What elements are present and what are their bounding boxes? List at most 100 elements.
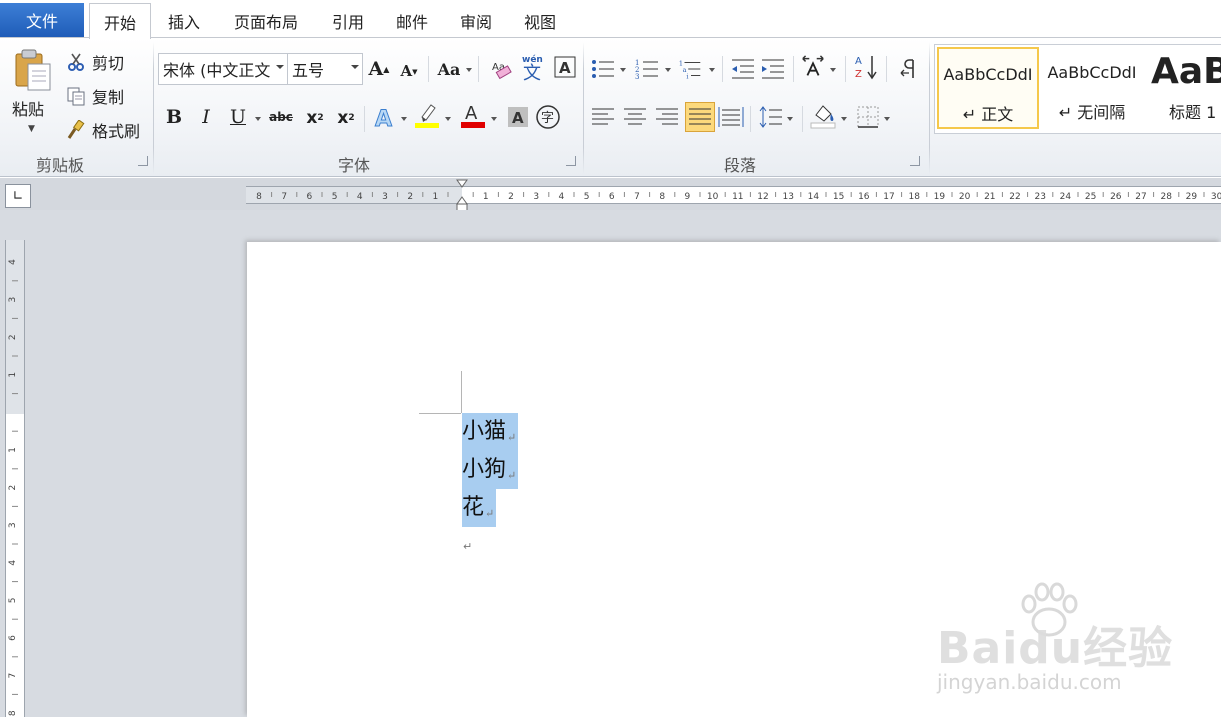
tab-mailings[interactable]: 邮件 [386, 3, 438, 38]
style-heading-1[interactable]: AaB 标题 1 [1145, 47, 1221, 129]
tab-stop-selector[interactable]: ∟ [5, 184, 31, 208]
align-center-icon[interactable] [622, 104, 648, 130]
ruler-tick-label: 20 [959, 192, 971, 202]
font-name-value: 宋体 (中文正文 [163, 61, 271, 80]
tab-insert[interactable]: 插入 [156, 3, 212, 38]
svg-text:A: A [512, 109, 524, 127]
bullets-icon[interactable] [590, 56, 616, 82]
clear-formatting-icon[interactable]: Aa [488, 56, 514, 82]
vertical-ruler[interactable]: 4 3 2 1 1 2 3 4 5 6 7 8 [5, 240, 25, 717]
italic-icon[interactable]: I [193, 104, 219, 130]
document-line[interactable]: 小猫↵ [462, 413, 519, 451]
increase-indent-icon[interactable] [760, 56, 786, 82]
selected-text: 小狗↵ [462, 451, 519, 489]
indent-marker-icon[interactable] [455, 179, 469, 213]
change-case-icon[interactable]: Aa [436, 56, 462, 82]
chevron-down-icon[interactable] [445, 117, 451, 121]
subscript-icon[interactable]: x2 [302, 105, 328, 131]
multilevel-list-icon[interactable]: 1ai [678, 56, 704, 82]
highlight-icon[interactable] [414, 102, 440, 128]
document-line[interactable]: 小狗↵ [462, 451, 519, 489]
decrease-indent-icon[interactable] [730, 56, 756, 82]
chevron-down-icon[interactable] [491, 117, 497, 121]
copy-button[interactable]: 复制 [66, 84, 124, 108]
toolbar-separator [364, 106, 365, 132]
toolbar-separator [845, 56, 846, 82]
font-size-combo[interactable]: 五号 [287, 53, 363, 85]
strikethrough-icon[interactable]: abc [268, 104, 294, 130]
chevron-down-icon [276, 65, 284, 69]
ruler-ticks: 8 7 6 5 4 3 2 1 1 2 3 4 5 6 7 8 9 10 11 12 13 14 15 16 17 18 19 20 2… [256, 192, 1221, 202]
line-text: 小狗 [462, 457, 507, 482]
chevron-down-icon[interactable] [665, 68, 671, 72]
superscript-icon[interactable]: x2 [333, 105, 359, 131]
chevron-down-icon[interactable] [709, 68, 715, 72]
file-tab[interactable]: 文件 [0, 3, 84, 37]
line-spacing-icon[interactable] [758, 104, 784, 130]
chevron-down-icon[interactable] [620, 68, 626, 72]
character-border-icon[interactable]: A [552, 54, 578, 80]
text-effects-icon[interactable]: A [372, 104, 398, 131]
enclose-characters-icon[interactable]: 字 [535, 104, 561, 130]
chinese-layout-icon[interactable] [800, 54, 826, 80]
ruler-tick-label: 10 [707, 192, 719, 202]
paragraph-launcher-icon[interactable] [910, 156, 920, 166]
character-shading-icon[interactable]: A [505, 104, 531, 130]
ruler-tick-label: 5 [8, 598, 18, 604]
shading-icon[interactable] [810, 102, 836, 129]
paste-button[interactable]: 粘贴 [12, 96, 44, 120]
grow-font-icon[interactable]: A ▲ [366, 56, 392, 82]
style-no-spacing[interactable]: AaBbCcDdI ↵ 无间隔 [1041, 47, 1143, 129]
tab-page-layout[interactable]: 页面布局 [222, 3, 310, 38]
font-launcher-icon[interactable] [566, 156, 576, 166]
sort-icon[interactable]: AZ [853, 54, 879, 80]
tab-home[interactable]: 开始 [89, 3, 151, 39]
tab-review[interactable]: 审阅 [450, 3, 502, 38]
ruler-tick-label: 6 [609, 192, 615, 202]
svg-text:A: A [465, 103, 478, 124]
bold-icon[interactable]: B [161, 104, 187, 130]
show-formatting-marks-icon[interactable] [896, 56, 922, 82]
document-line[interactable]: 花↵ [462, 489, 497, 527]
tab-view[interactable]: 视图 [514, 3, 566, 38]
ruler-tick-label: 18 [908, 192, 920, 202]
document-page[interactable]: 小猫↵ 小狗↵ 花↵ ↵ Baidu经验 jingyan.baidu.com [247, 242, 1221, 717]
distributed-icon[interactable] [718, 104, 744, 130]
ruler-tick-label: 8 [8, 710, 18, 716]
chevron-down-icon[interactable] [884, 117, 890, 121]
chevron-down-icon[interactable] [255, 117, 261, 121]
chevron-down-icon[interactable] [841, 117, 847, 121]
chevron-down-icon[interactable] [466, 68, 472, 72]
font-name-combo[interactable]: 宋体 (中文正文 [158, 53, 288, 85]
style-normal[interactable]: AaBbCcDdI ↵ 正文 [937, 47, 1039, 129]
phonetic-guide-icon[interactable]: wén 文 [520, 54, 546, 81]
chevron-down-icon[interactable] [401, 117, 407, 121]
copy-label: 复制 [92, 88, 125, 107]
chevron-down-icon[interactable] [787, 117, 793, 121]
justify-icon[interactable] [685, 102, 715, 132]
ruler-tick-label: 17 [883, 192, 894, 202]
group-divider [153, 42, 154, 174]
underline-icon[interactable]: U [225, 104, 251, 130]
align-right-icon[interactable] [654, 104, 680, 130]
horizontal-ruler[interactable]: 8 7 6 5 4 3 2 1 1 2 3 4 5 6 7 8 9 10 11 12 13 14 15 16 17 18 19 20 2… [246, 179, 1221, 212]
font-size-value: 五号 [292, 61, 325, 80]
borders-icon[interactable] [855, 104, 881, 130]
tab-references[interactable]: 引用 [322, 3, 374, 38]
align-left-icon[interactable] [590, 104, 616, 130]
format-painter-button[interactable]: 格式刷 [66, 118, 140, 142]
font-color-icon[interactable]: A [460, 102, 486, 128]
toolbar-separator [750, 106, 751, 132]
ruler-row: ∟ 8 7 6 5 4 3 2 1 1 2 3 4 5 6 7 8 9 10 11 12 13 14 15 16 17 18 19 2… [0, 178, 1221, 212]
cut-button[interactable]: 剪切 [66, 50, 124, 74]
shrink-font-icon[interactable]: A ▼ [396, 58, 422, 84]
paragraph-group-label: 段落 [724, 156, 757, 175]
numbering-icon[interactable]: 123 [634, 56, 660, 82]
ruler-tick-label: 26 [1110, 192, 1122, 202]
clipboard-launcher-icon[interactable] [138, 156, 148, 166]
ruler-tick-label: 19 [934, 192, 946, 202]
chevron-down-icon[interactable] [830, 68, 836, 72]
paste-icon[interactable] [12, 48, 56, 92]
style-name: ↵ 无间隔 [1058, 103, 1126, 122]
paste-dropdown-icon[interactable]: ▼ [28, 124, 35, 134]
